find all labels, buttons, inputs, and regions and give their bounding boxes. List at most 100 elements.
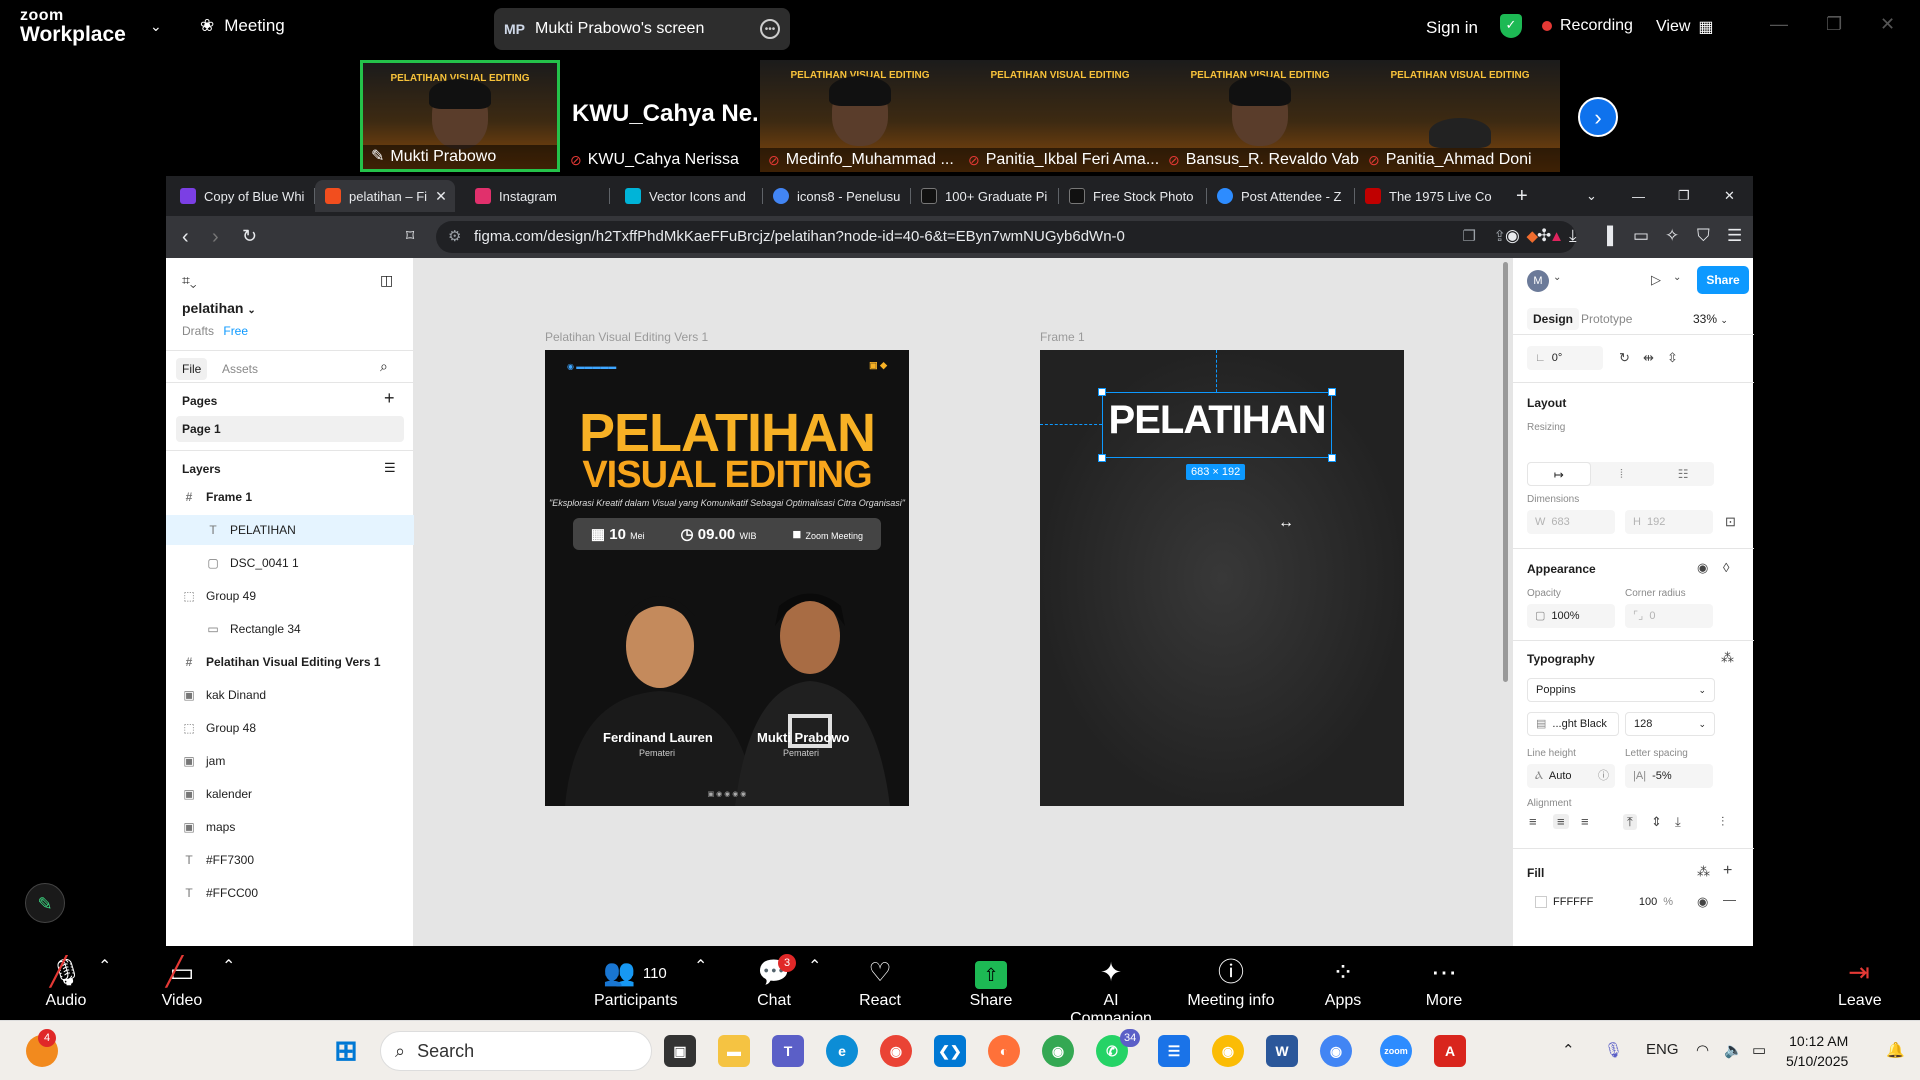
close-tab-icon[interactable]: ✕ xyxy=(435,188,447,205)
show-hidden-icons-chevron-icon[interactable]: ⌃ xyxy=(1562,1041,1575,1059)
participants-button[interactable]: 👥 110 Participants xyxy=(594,956,678,1010)
hug-contents-icon[interactable]: ⦙ xyxy=(1591,462,1653,486)
search-icon[interactable]: ⌕ xyxy=(380,358,388,375)
react-button[interactable]: ♡ React xyxy=(858,956,902,1010)
corner-radius-input[interactable]: ⌜⌟ 0 xyxy=(1625,604,1713,628)
tab-file[interactable]: File xyxy=(176,358,208,380)
browser-tab[interactable]: icons8 - Penelusu xyxy=(763,180,911,212)
chevron-down-icon[interactable]: ⌄ xyxy=(1673,272,1681,283)
type-settings-icon[interactable]: ⁂ xyxy=(1721,650,1734,666)
firefox-icon[interactable]: ◐ xyxy=(988,1035,1020,1067)
chevron-down-icon[interactable]: ⌄ xyxy=(150,18,162,35)
word-icon[interactable]: W xyxy=(1266,1035,1298,1067)
bookmark-icon[interactable]: ⌑ xyxy=(406,226,414,246)
chrome-icon[interactable]: ◉ xyxy=(880,1035,912,1067)
layer-item[interactable]: ▣ jam xyxy=(166,746,414,776)
recording-indicator[interactable]: Recording xyxy=(1542,17,1633,35)
letter-spacing-input[interactable]: |A| -5% xyxy=(1625,764,1713,788)
task-view-icon[interactable]: ▣ xyxy=(664,1035,696,1067)
rotation-input[interactable]: ∟ 0° xyxy=(1527,346,1603,370)
wallet-icon[interactable]: ▭ xyxy=(1633,226,1649,246)
vpn-icon[interactable]: ⛉ xyxy=(1697,226,1710,246)
layer-item[interactable]: ⬚ Group 49 xyxy=(166,581,414,611)
frame-label[interactable]: Pelatihan Visual Editing Vers 1 xyxy=(545,330,708,344)
audio-options-caret-icon[interactable]: ⌃ xyxy=(98,956,111,976)
wifi-icon[interactable]: ◠ xyxy=(1696,1041,1709,1059)
canvas-scrollbar[interactable] xyxy=(1503,262,1508,682)
pencil-icon[interactable]: ✎ xyxy=(25,883,65,923)
tab-design[interactable]: Design xyxy=(1527,308,1580,330)
tab-search-chevron-icon[interactable]: ⌄ xyxy=(1576,180,1606,212)
leave-button[interactable]: ⇥ Leave xyxy=(1838,956,1882,1010)
flip-horizontal-icon[interactable]: ⇹ xyxy=(1643,350,1654,366)
camera-icon[interactable]: ◉ xyxy=(1505,226,1520,246)
participant-tile[interactable]: PELATIHAN VISUAL EDITING ⊘ Medinfo_Muhamm… xyxy=(760,60,960,172)
minimize-icon[interactable]: — xyxy=(1770,14,1788,35)
participants-caret-icon[interactable]: ⌃ xyxy=(694,956,707,976)
forward-icon[interactable]: › xyxy=(212,226,219,249)
sidebar-icon[interactable]: ▐ xyxy=(1601,226,1613,246)
tab-assets[interactable]: Assets xyxy=(222,362,258,376)
share-screen-button[interactable]: ⇧ Share xyxy=(968,956,1014,1010)
vscode-icon[interactable]: ❮❯ xyxy=(934,1035,966,1067)
remove-fill-minus-icon[interactable]: — xyxy=(1723,892,1736,907)
eye-icon[interactable]: ◉ xyxy=(1697,560,1708,576)
ai-companion-button[interactable]: ✦ AI Companion xyxy=(1062,956,1160,1028)
layer-item[interactable]: ⬚ Group 48 xyxy=(166,713,414,743)
apps-button[interactable]: ⁘ Apps xyxy=(1324,956,1362,1010)
reload-icon[interactable]: ↻ xyxy=(242,226,257,247)
file-explorer-icon[interactable]: ▬ xyxy=(718,1035,750,1067)
layer-item[interactable]: ▣ kak Dinand xyxy=(166,680,414,710)
browser-tab[interactable]: Free Stock Photo xyxy=(1059,180,1207,212)
browser-tab[interactable]: Vector Icons and xyxy=(615,180,763,212)
restore-icon[interactable]: ❐ xyxy=(1826,14,1842,35)
align-bottom-icon[interactable]: ⤓ xyxy=(1675,814,1681,830)
download-icon[interactable]: ⤓ xyxy=(1569,226,1577,246)
text-options-icon[interactable]: ⫶ xyxy=(1721,814,1724,830)
constrain-proportions-icon[interactable]: ⊡ xyxy=(1725,514,1736,530)
acrobat-icon[interactable]: A xyxy=(1434,1035,1466,1067)
font-weight-select[interactable]: ▤ ...ght Black xyxy=(1527,712,1619,736)
opacity-input[interactable]: ▢ 100% xyxy=(1527,604,1615,628)
layer-item[interactable]: # Frame 1 xyxy=(166,482,414,512)
close-icon[interactable]: ✕ xyxy=(1714,180,1744,212)
zoom-app-icon[interactable]: zoom xyxy=(1380,1035,1412,1067)
align-center-icon[interactable]: ≡ xyxy=(1553,814,1569,829)
language-indicator[interactable]: ENG xyxy=(1646,1041,1679,1058)
resize-handle[interactable] xyxy=(1098,388,1106,396)
layer-item[interactable]: T PELATIHAN xyxy=(166,515,414,545)
close-icon[interactable]: ✕ xyxy=(1880,14,1895,35)
extensions-icon[interactable]: ✣ xyxy=(1537,226,1551,246)
zoom-level[interactable]: 33% ⌄ xyxy=(1693,312,1728,326)
align-right-icon[interactable]: ≡ xyxy=(1581,814,1589,829)
color-swatch[interactable] xyxy=(1535,896,1547,908)
teams-icon[interactable]: T xyxy=(772,1035,804,1067)
share-button[interactable]: Share xyxy=(1697,266,1749,294)
flip-vertical-icon[interactable]: ⇳ xyxy=(1667,350,1678,366)
align-middle-icon[interactable]: ⇕ xyxy=(1651,814,1662,830)
edge-icon[interactable]: e xyxy=(826,1035,858,1067)
layer-item[interactable]: T #FF7300 xyxy=(166,845,414,875)
chrome-icon[interactable]: ◉ xyxy=(1212,1035,1244,1067)
auto-height-icon[interactable]: ☷ xyxy=(1652,462,1714,486)
resizing-segmented-control[interactable]: ↦ ⦙ ☷ xyxy=(1527,462,1714,486)
layer-item[interactable]: # Pelatihan Visual Editing Vers 1 xyxy=(166,647,414,677)
battery-icon[interactable]: ▭ xyxy=(1752,1041,1766,1059)
browser-tab[interactable]: 100+ Graduate Pi xyxy=(911,180,1059,212)
add-page-plus-icon[interactable]: + xyxy=(384,388,395,409)
resize-handle[interactable] xyxy=(1098,454,1106,462)
chat-caret-icon[interactable]: ⌃ xyxy=(808,956,821,976)
resize-handle[interactable] xyxy=(1328,454,1336,462)
participant-tile[interactable]: PELATIHAN VISUAL EDITING ⊘ Bansus_R. Reva… xyxy=(1160,60,1360,172)
menu-icon[interactable]: ☰ xyxy=(1727,226,1742,246)
url-input[interactable]: ⚙ figma.com/design/h2TxffPhdMkKaeFFuBrcj… xyxy=(436,221,1576,253)
add-fill-plus-icon[interactable]: + xyxy=(1723,862,1732,880)
page-item[interactable]: Page 1 xyxy=(176,416,404,442)
restore-icon[interactable]: ❐ xyxy=(1668,180,1698,212)
browser-tab[interactable]: Copy of Blue Whi xyxy=(170,180,315,212)
notification-bell-icon[interactable]: 🔔 xyxy=(1886,1041,1905,1059)
figma-menu-icon[interactable]: ⌗⌄ xyxy=(182,272,197,289)
tab-prototype[interactable]: Prototype xyxy=(1581,312,1632,326)
taskbar-search[interactable]: ⌕ Search xyxy=(380,1031,652,1071)
fixed-width-icon[interactable]: ↦ xyxy=(1527,462,1591,486)
